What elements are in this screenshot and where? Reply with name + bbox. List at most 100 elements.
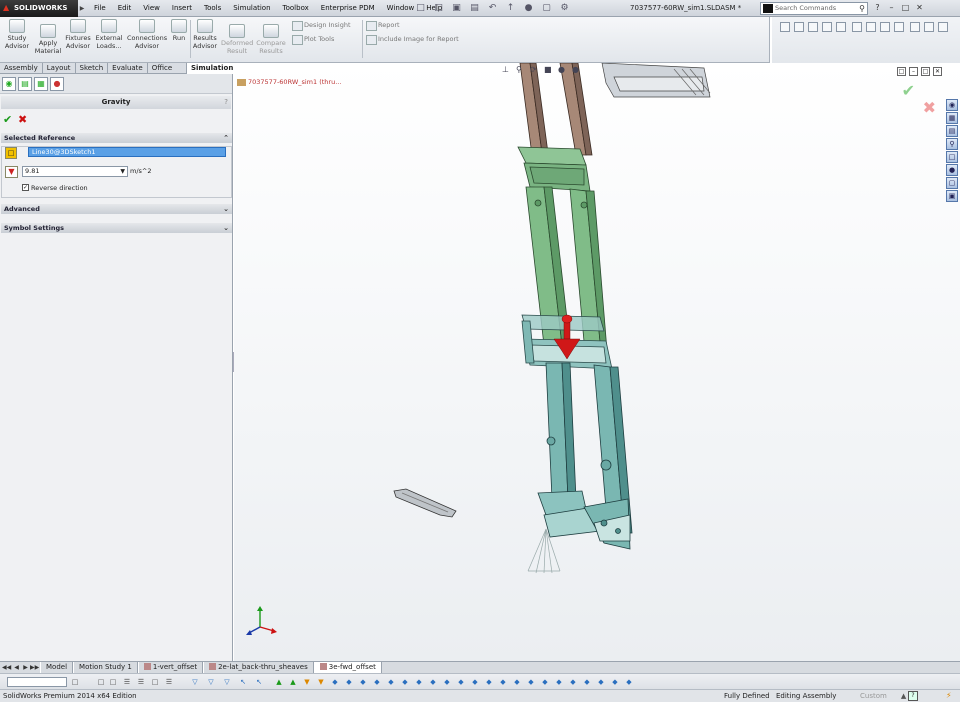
connector-tool-icon[interactable]: ◆ — [498, 677, 508, 687]
view-tool-icon[interactable] — [794, 22, 804, 32]
gravity-value-input[interactable]: 9.81 ▼ — [22, 166, 128, 177]
external-loads-button[interactable]: External Loads... — [94, 19, 124, 50]
connector-tool-icon[interactable]: ◆ — [414, 677, 424, 687]
connections-advisor-button[interactable]: Connections Advisor — [127, 19, 167, 50]
fixtures-advisor-button[interactable]: Fixtures Advisor — [64, 19, 92, 50]
tab-motion-study-1[interactable]: Motion Study 1 — [73, 662, 138, 673]
property-manager-tab-icon[interactable]: ▤ — [18, 77, 32, 91]
quick-tips-icon[interactable]: ? — [908, 691, 918, 701]
filter-icon[interactable]: ▽ — [222, 677, 232, 687]
undo-icon[interactable]: ↶ — [486, 2, 499, 14]
connector-tool-icon[interactable]: ◆ — [596, 677, 606, 687]
toolbar-tool-icon[interactable]: ☰ — [122, 677, 132, 687]
ok-check-icon[interactable]: ✔ — [3, 113, 12, 126]
solidworks-forum-icon[interactable]: ▣ — [946, 190, 958, 202]
units-selector[interactable]: Custom ▲ — [860, 690, 906, 702]
last-tab-icon[interactable]: ▶▶ — [30, 663, 39, 672]
view-tool-icon[interactable] — [836, 22, 846, 32]
close-icon[interactable]: ✕ — [933, 67, 942, 76]
tab-model[interactable]: Model — [40, 662, 74, 673]
connector-tool-icon[interactable]: ◆ — [330, 677, 340, 687]
tab-layout[interactable]: Layout — [43, 63, 76, 74]
section-view-icon[interactable]: ■ — [544, 65, 555, 75]
view-tool-icon[interactable] — [866, 22, 876, 32]
tab-assembly[interactable]: Assembly — [0, 63, 43, 74]
view-tool-icon[interactable] — [852, 22, 862, 32]
connector-tool-icon[interactable]: ◆ — [512, 677, 522, 687]
graphics-area[interactable]: 7037577-60RW_sim1 (thru... ⊥ ⚲ ⟳ ■ ● ● □… — [234, 63, 960, 661]
tab-sketch[interactable]: Sketch — [76, 63, 109, 74]
toolbar-tool-icon[interactable]: □ — [96, 677, 106, 687]
toolbar-tool-icon[interactable]: ☰ — [136, 677, 146, 687]
connector-tool-icon[interactable]: ◆ — [400, 677, 410, 687]
connector-tool-icon[interactable]: ◆ — [470, 677, 480, 687]
next-tab-icon[interactable]: ▶ — [21, 663, 30, 672]
view-tool-icon[interactable] — [808, 22, 818, 32]
plot-tools-button[interactable]: Plot Tools — [292, 34, 334, 45]
toolbar-tool-icon[interactable]: □ — [150, 677, 160, 687]
symbol-settings-header[interactable]: Symbol Settings ⌄ — [1, 223, 232, 233]
select-icon[interactable]: ↖ — [254, 677, 264, 687]
zoom-icon[interactable]: ⚲ — [516, 65, 527, 75]
print-icon[interactable]: ▤ — [468, 2, 481, 14]
connector-tool-icon[interactable]: ◆ — [456, 677, 466, 687]
connector-tool-icon[interactable]: ◆ — [624, 677, 634, 687]
tab-simulation[interactable]: Simulation — [186, 63, 239, 74]
menu-edit[interactable]: Edit — [112, 0, 138, 17]
toolbar-tool-icon[interactable]: ☰ — [164, 677, 174, 687]
filter-icon[interactable]: ▽ — [206, 677, 216, 687]
help-icon[interactable]: ? — [224, 96, 228, 109]
apply-material-button[interactable]: Apply Material — [34, 24, 62, 55]
search-icon[interactable]: ⚲ — [859, 3, 865, 14]
design-library-icon[interactable]: ▦ — [946, 112, 958, 124]
connector-tool-icon[interactable]: ◆ — [372, 677, 382, 687]
connector-tool-icon[interactable]: ◆ — [582, 677, 592, 687]
units-dropdown-icon[interactable]: ▲ — [901, 692, 906, 700]
search-commands-input[interactable]: Search Commands ⚲ — [760, 2, 868, 15]
study-advisor-button[interactable]: Study Advisor — [4, 19, 30, 50]
chevron-down-icon[interactable]: ⌄ — [223, 204, 229, 214]
connector-tool-icon[interactable]: ◆ — [358, 677, 368, 687]
connector-tool-icon[interactable]: ◆ — [526, 677, 536, 687]
restore-icon[interactable]: □ — [921, 67, 930, 76]
menu-insert[interactable]: Insert — [166, 0, 198, 17]
rotate-icon[interactable]: ⟳ — [530, 65, 541, 75]
view-palette-icon[interactable]: □ — [946, 151, 958, 163]
filter-icon[interactable]: ▽ — [190, 677, 200, 687]
fixture-tool-icon[interactable]: ▲ — [274, 677, 284, 687]
view-tool-icon[interactable] — [880, 22, 890, 32]
toolbar-combo[interactable] — [7, 677, 67, 687]
view-orientation-icon[interactable]: ⊥ — [502, 65, 513, 75]
close-icon[interactable]: ✕ — [914, 2, 925, 14]
file-properties-icon[interactable]: ▢ — [540, 2, 553, 14]
connector-tool-icon[interactable]: ◆ — [442, 677, 452, 687]
connector-tool-icon[interactable]: ◆ — [554, 677, 564, 687]
view-tool-icon[interactable] — [910, 22, 920, 32]
search-results-icon[interactable]: ⚲ — [946, 138, 958, 150]
confirm-corner-cancel-icon[interactable]: ✖ — [923, 98, 936, 117]
simulation-tree-icon[interactable]: ◉ — [2, 77, 16, 91]
menu-file[interactable]: File — [88, 0, 112, 17]
selected-reference-header[interactable]: Selected Reference ⌃ — [1, 133, 232, 143]
toolbar-tool-icon[interactable]: □ — [70, 677, 80, 687]
connector-tool-icon[interactable]: ◆ — [568, 677, 578, 687]
first-tab-icon[interactable]: ◀◀ — [2, 663, 11, 672]
display-style-icon[interactable]: ● — [558, 65, 569, 75]
deformed-result-button[interactable]: Deformed Result — [221, 24, 253, 55]
display-manager-icon[interactable]: ● — [50, 77, 64, 91]
compare-results-button[interactable]: Compare Results — [256, 24, 286, 55]
menu-enterprise-pdm[interactable]: Enterprise PDM — [315, 0, 381, 17]
connector-tool-icon[interactable]: ◆ — [610, 677, 620, 687]
file-explorer-icon[interactable]: ▤ — [946, 125, 958, 137]
toolbar-tool-icon[interactable]: □ — [108, 677, 118, 687]
minimize-icon[interactable]: – — [886, 2, 897, 14]
results-advisor-button[interactable]: Results Advisor — [192, 19, 218, 50]
tab-study-1[interactable]: 1-vert_offset — [137, 662, 204, 673]
tab-evaluate[interactable]: Evaluate — [108, 63, 148, 74]
restore-icon[interactable]: □ — [900, 2, 911, 14]
menu-view[interactable]: View — [137, 0, 166, 17]
tile-icon[interactable]: □ — [897, 67, 906, 76]
new-document-icon[interactable]: □ — [414, 2, 427, 14]
tab-study-3[interactable]: 3e-fwd_offset — [313, 662, 382, 673]
run-button[interactable]: Run — [170, 19, 188, 42]
